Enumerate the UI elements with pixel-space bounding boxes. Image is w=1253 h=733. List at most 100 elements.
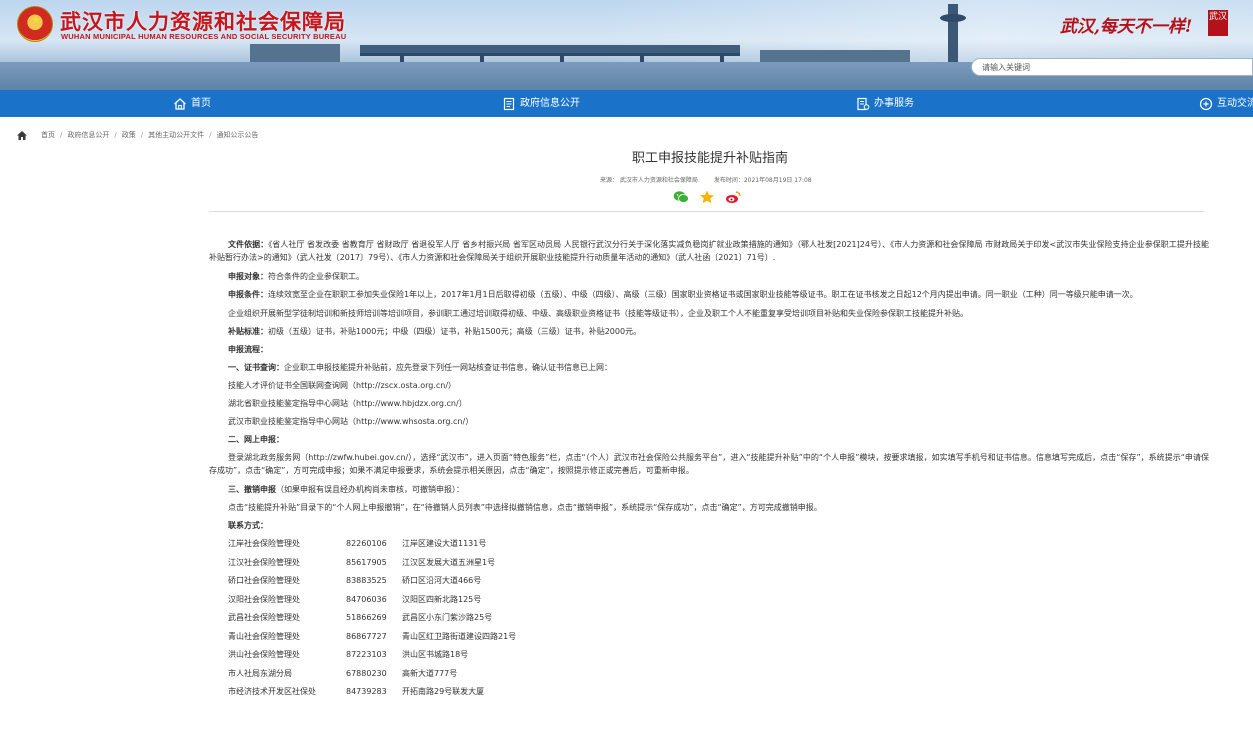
step2-label: 二、网上申报： [228,435,284,444]
contact-phone: 85617905 [346,557,387,567]
standard-text: 初级（五级）证书，补贴1000元；中级（四级）证书，补贴1500元；高级（三级）… [268,327,642,336]
contact-name: 市经济技术开发区社保处 [228,687,316,696]
contact-row: 汉阳社会保险管理处 84706036 汉阳区四新北路125号 [209,591,1209,610]
contact-phone: 84706036 [346,594,387,604]
city-slogan: 武汉,每天不一样! [1060,17,1193,37]
condition-line-2: 企业组织开展新型学徒制培训和新技师培训等培训项目，参训职工通过培训取得初级、中级… [209,305,1209,323]
step2-para: 登录湖北政务服务网（http://zwfw.hubei.gov.cn/），选择“… [209,451,1209,477]
step3-text: 点击“技能提升补贴”目录下的“个人网上申报撤销”，在“待撤销人员列表”中选择拟撤… [228,503,822,512]
nav-item-services[interactable]: 办事服务 [856,90,914,117]
article-meta: 来源： 武汉市人力资源和社会保障局 发布时间：2021年08月19日 17:08 [600,175,826,184]
contact-phone: 86867727 [346,631,387,641]
breadcrumb: 首页 / 政府信息公开 / 政策 / 其他主动公开文件 / 通知公示公告 [17,130,258,140]
nav-label: 互动交流 [1217,98,1253,109]
banner-tower [948,4,958,64]
standard-label: 补贴标准： [228,327,268,336]
contact-name: 汉阳社会保险管理处 [228,594,300,604]
national-emblem-icon: ★ [17,6,53,42]
nav-item-gov-info[interactable]: 政府信息公开 [502,90,580,117]
favorite-star-icon[interactable] [699,190,715,204]
article-date: 发布时间：2021年08月19日 17:08 [713,177,812,184]
doc-text: 《省人社厅 省发改委 省教育厅 省财政厅 省退役军人厅 省乡村振兴局 省军区动员… [209,240,1210,262]
title-divider [209,211,1204,212]
doc-basis: 文件依据：《省人社厅 省发改委 省教育厅 省财政厅 省退役军人厅 省乡村振兴局 … [209,238,1209,264]
interaction-icon [1199,97,1213,110]
breadcrumb-separator: / [60,131,63,139]
contact-name: 青山社会保险管理处 [228,631,300,641]
contact-row: 江岸社会保险管理处 82260106 江岸区建设大道1131号 [209,535,1209,554]
contact-address: 青山区红卫路街道建设四路21号 [402,631,517,641]
contact-phone: 82260106 [346,539,387,548]
step1-text: 企业职工申报技能提升补贴前，应先登录下列任一网站核查证书信息，确认证书信息已上网… [284,363,612,372]
condition-label: 申报条件： [228,290,268,299]
breadcrumb-link[interactable]: 政策 [122,130,136,140]
site-link[interactable]: 武汉市职业技能鉴定指导中心网站（http://www.whsosta.org.c… [209,413,1209,431]
step3-note: （如果申报有误且经办机构尚未审核，可撤销申报）： [276,485,464,494]
nav-item-interaction[interactable]: 互动交流 [1199,90,1253,117]
site-link[interactable]: 湖北省职业技能鉴定指导中心网站（http://www.hbjdzx.org.cn… [209,395,1209,413]
contact-address: 开拓南路29号联发大厦 [402,687,485,696]
seal-icon: 武汉 [1208,10,1228,36]
contact-phone: 84739283 [346,687,387,696]
article-source: 来源： 武汉市人力资源和社会保障局 [600,177,698,184]
contact-name: 硚口社会保险管理处 [228,576,300,585]
search-input[interactable] [971,58,1253,76]
header-banner: ★ 武汉市人力资源和社会保障局 WUHAN MUNICIPAL HUMAN RE… [0,0,1253,90]
contact-address: 江岸区建设大道1131号 [402,539,487,548]
contact-phone: 87223103 [346,650,387,659]
banner-city [250,44,340,62]
article-title: 职工申报技能提升补贴指南 [631,151,788,166]
main-nav: 首页 政府信息公开 办事服务 互动交流 [0,90,1253,117]
contact-phone: 51866269 [346,613,387,622]
document-icon [503,97,515,110]
contact-address: 江汉区发展大道五洲星1号 [402,557,496,567]
article-body: 文件依据：《省人社厅 省发改委 省教育厅 省财政厅 省退役军人厅 省乡村振兴局 … [209,238,1209,702]
site-link[interactable]: 技能人才评价证书全国联网查询网（http://zscx.osta.org.cn/… [209,377,1209,395]
contact-row: 青山社会保险管理处 86867727 青山区红卫路街道建设四路21号 [209,628,1209,647]
step3-label: 三、撤销申报 [228,485,276,494]
home-icon [174,97,186,110]
wechat-icon[interactable] [673,190,689,204]
home-icon[interactable] [17,130,27,140]
step3-text-line: 点击“技能提升补贴”目录下的“个人网上申报撤销”，在“待撤销人员列表”中选择拟撤… [209,499,1209,517]
contact-name: 洪山社会保险管理处 [228,650,300,659]
breadcrumb-link[interactable]: 政府信息公开 [67,130,109,140]
step3-line: 三、撤销申报（如果申报有误且经办机构尚未审核，可撤销申报）： [209,481,1209,499]
weibo-icon[interactable] [725,190,741,204]
contact-row: 江汉社会保险管理处 85617905 江汉区发展大道五洲星1号 [209,554,1209,573]
nav-item-home[interactable]: 首页 [173,90,211,117]
contact-name: 武昌社会保险管理处 [228,613,300,622]
contact-label: 联系方式： [228,521,268,530]
condition-text: 连续效宽至企业在职职工参加失业保险1年以上，2017年1月1日后取得初级（五级）… [268,290,1138,299]
share-bar [673,190,741,204]
target-line: 申报对象：符合条件的企业参保职工。 [209,268,1209,286]
step1-label: 一、证书查询： [228,363,284,372]
breadcrumb-link[interactable]: 首页 [41,130,55,140]
condition-text-2: 企业组织开展新型学徒制培训和新技师培训等培训项目，参训职工通过培训取得初级、中级… [228,309,968,318]
contact-name: 江汉社会保险管理处 [228,557,300,567]
contact-address: 汉阳区四新北路125号 [402,594,482,604]
step2-text: 登录湖北政务服务网（http://zwfw.hubei.gov.cn/），选择“… [209,453,1209,475]
contact-address: 洪山区书城路18号 [402,650,469,659]
breadcrumb-link[interactable]: 通知公示公告 [216,130,258,140]
contact-row: 硚口社会保险管理处 83883525 硚口区沿河大道466号 [209,572,1209,591]
nav-label: 政府信息公开 [520,98,580,109]
banner-tower-top [940,14,966,22]
breadcrumb-link[interactable]: 其他主动公开文件 [148,130,204,140]
contact-address: 武昌区小东门紫沙路25号 [402,613,493,622]
target-label: 申报对象： [228,272,268,281]
contact-address: 高新大道777号 [402,668,458,678]
banner-bridge-deck [360,53,740,56]
banner-city [760,50,910,62]
service-icon [857,97,870,110]
site-subtitle: WUHAN MUNICIPAL HUMAN RESOURCES AND SOCI… [61,32,347,41]
contact-name: 江岸社会保险管理处 [228,539,300,548]
contact-name: 市人社局东湖分局 [228,668,292,678]
contact-address: 硚口区沿河大道466号 [402,576,482,585]
banner-bridge [360,45,740,53]
standard-line: 补贴标准：初级（五级）证书，补贴1000元；中级（四级）证书，补贴1500元；高… [209,323,1209,341]
doc-label: 文件依据： [228,240,269,249]
breadcrumb-separator: / [140,131,144,139]
process-line: 申报流程： [209,341,1209,359]
contact-row: 洪山社会保险管理处 87223103 洪山区书城路18号 [209,646,1209,665]
